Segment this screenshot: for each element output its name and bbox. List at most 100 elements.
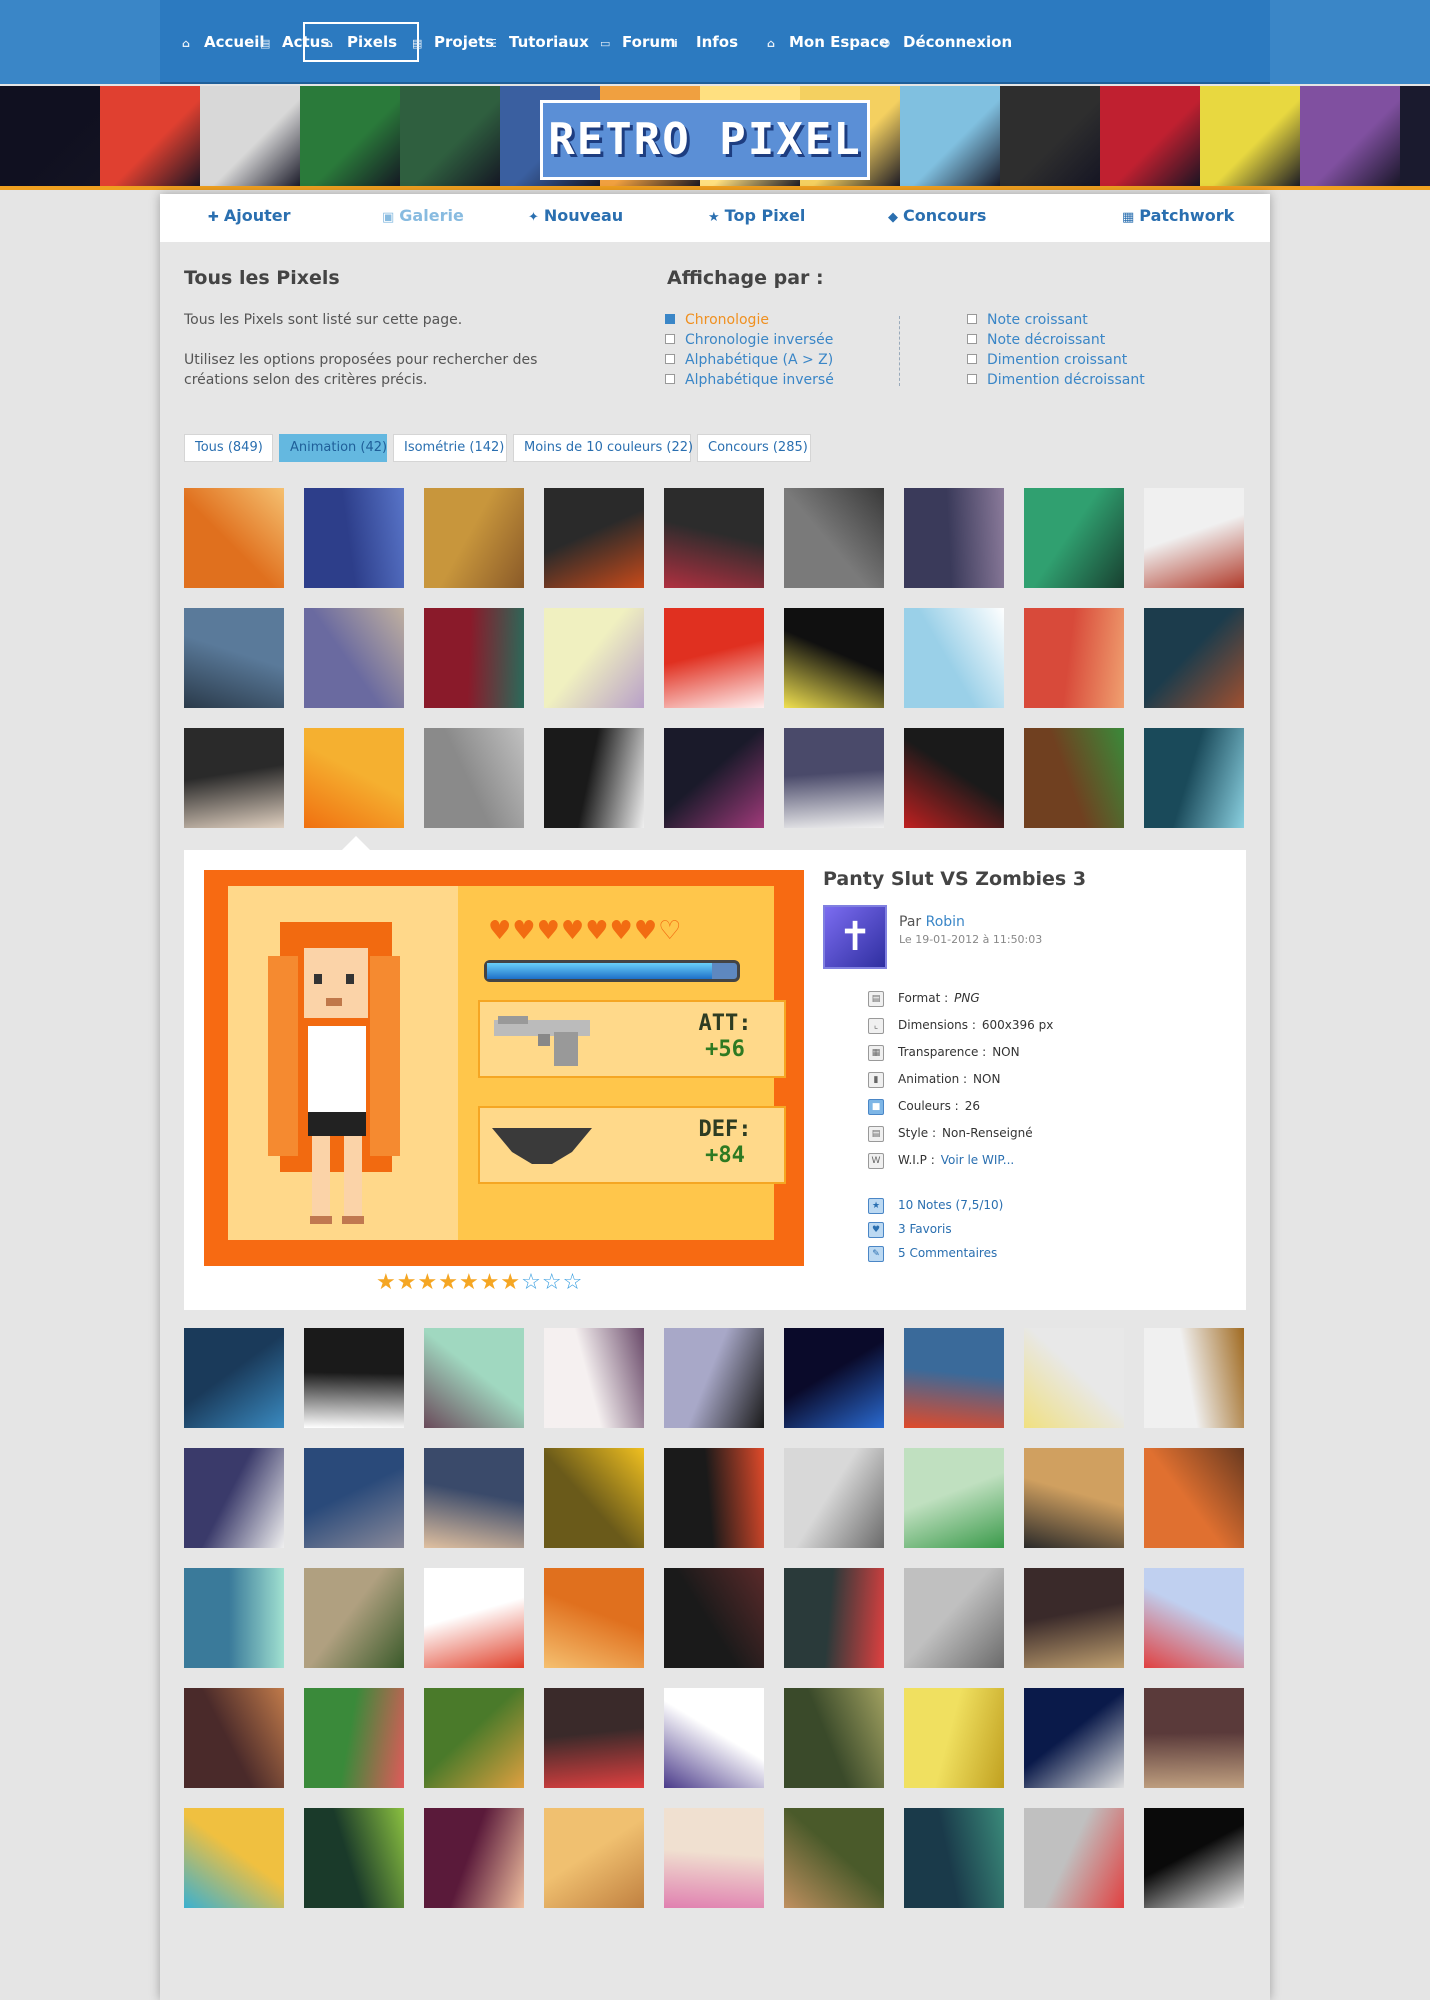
sort-option[interactable]: Chronologie [665,310,769,330]
pixel-thumbnail[interactable] [544,1808,644,1908]
pixel-thumbnail[interactable] [1144,488,1244,588]
subnav-top-pixel[interactable]: ★ Top Pixel [708,206,805,225]
pixel-thumbnail[interactable] [664,728,764,828]
pixel-thumbnail[interactable] [904,608,1004,708]
nav-infos[interactable]: i Infos [662,22,750,62]
filter-tab[interactable]: Isométrie (142) [393,434,507,462]
pixel-thumbnail[interactable] [904,1328,1004,1428]
pixel-thumbnail[interactable] [184,608,284,708]
pixel-thumbnail[interactable] [304,488,404,588]
star-icon[interactable]: ★ [500,1270,521,1295]
pixel-thumbnail[interactable] [304,1808,404,1908]
favorites-link[interactable]: ♥ 3 Favoris [868,1219,952,1239]
pixel-thumbnail[interactable] [544,1448,644,1548]
checkbox[interactable] [665,374,675,384]
pixel-thumbnail[interactable] [424,488,524,588]
wip-link[interactable]: Voir le WIP... [941,1153,1014,1167]
star-icon[interactable]: ★ [397,1270,418,1295]
sort-option[interactable]: Alphabétique inversé [665,370,834,390]
pixel-thumbnail[interactable] [664,488,764,588]
pixel-thumbnail[interactable] [1024,1328,1124,1428]
pixel-thumbnail[interactable] [304,1448,404,1548]
pixel-thumbnail[interactable] [424,1568,524,1668]
star-icon[interactable]: ★ [480,1270,501,1295]
author-avatar[interactable]: ✝ [823,905,887,969]
pixel-thumbnail[interactable] [784,1688,884,1788]
sort-option[interactable]: Dimention décroissant [967,370,1145,390]
pixel-thumbnail[interactable] [184,728,284,828]
filter-tab[interactable]: Tous (849) [184,434,273,462]
checkbox[interactable] [967,374,977,384]
pixel-thumbnail[interactable] [1144,1328,1244,1428]
pixel-thumbnail[interactable] [904,1808,1004,1908]
pixel-thumbnail[interactable] [1024,608,1124,708]
pixel-thumbnail[interactable] [1024,1568,1124,1668]
sort-option[interactable]: Alphabétique (A > Z) [665,350,833,370]
sort-option[interactable]: Note décroissant [967,330,1105,350]
pixel-thumbnail[interactable] [664,608,764,708]
pixel-thumbnail[interactable] [304,1328,404,1428]
star-icon[interactable]: ☆ [542,1270,563,1295]
pixel-thumbnail[interactable] [424,1328,524,1428]
pixel-thumbnail[interactable] [1024,1448,1124,1548]
pixel-thumbnail[interactable] [664,1808,764,1908]
pixel-thumbnail[interactable] [304,608,404,708]
star-icon[interactable]: ★ [459,1270,480,1295]
nav-déconnexion[interactable]: ⎋ Déconnexion [869,22,1024,62]
pixel-thumbnail[interactable] [304,728,404,828]
pixel-thumbnail[interactable] [424,1808,524,1908]
filter-tab[interactable]: Concours (285) [697,434,811,462]
pixel-thumbnail[interactable] [664,1448,764,1548]
pixel-thumbnail[interactable] [544,728,644,828]
pixel-thumbnail[interactable] [664,1688,764,1788]
filter-tab[interactable]: Moins de 10 couleurs (22) [513,434,693,462]
pixel-thumbnail[interactable] [1144,1688,1244,1788]
pixel-thumbnail[interactable] [544,1328,644,1428]
pixel-thumbnail[interactable] [304,1688,404,1788]
author-link[interactable]: Robin [926,914,965,930]
sort-option[interactable]: Dimention croissant [967,350,1127,370]
pixel-thumbnail[interactable] [784,1568,884,1668]
pixel-thumbnail[interactable] [184,1328,284,1428]
pixel-thumbnail[interactable] [664,1328,764,1428]
checkbox[interactable] [665,314,675,324]
pixel-thumbnail[interactable] [424,1448,524,1548]
pixel-thumbnail[interactable] [1144,608,1244,708]
pixel-thumbnail[interactable] [784,608,884,708]
star-icon[interactable]: ★ [438,1270,459,1295]
pixel-thumbnail[interactable] [184,1448,284,1548]
pixel-thumbnail[interactable] [1144,1568,1244,1668]
pixel-thumbnail[interactable] [184,1568,284,1668]
subnav-galerie[interactable]: ▣ Galerie [382,206,464,225]
sort-option[interactable]: Chronologie inversée [665,330,833,350]
nav-tutoriaux[interactable]: ☷ Tutoriaux [475,22,601,62]
pixel-thumbnail[interactable] [904,1568,1004,1668]
pixel-thumbnail[interactable] [424,1688,524,1788]
checkbox[interactable] [665,334,675,344]
pixel-thumbnail[interactable] [544,1568,644,1668]
notes-link[interactable]: ★ 10 Notes (7,5/10) [868,1195,1003,1215]
filter-tab[interactable]: Animation (42) [279,434,387,462]
pixel-thumbnail[interactable] [184,1808,284,1908]
pixel-thumbnail[interactable] [1144,1448,1244,1548]
pixel-thumbnail[interactable] [664,1568,764,1668]
star-icon[interactable]: ★ [376,1270,397,1295]
pixel-thumbnail[interactable] [904,488,1004,588]
checkbox[interactable] [967,314,977,324]
comments-link[interactable]: ✎ 5 Commentaires [868,1243,997,1263]
subnav-patchwork[interactable]: ▦ Patchwork [1122,206,1234,225]
pixel-thumbnail[interactable] [1024,728,1124,828]
pixel-thumbnail[interactable] [1024,488,1124,588]
checkbox[interactable] [665,354,675,364]
pixel-thumbnail[interactable] [1024,1688,1124,1788]
pixel-thumbnail[interactable] [784,728,884,828]
pixel-thumbnail[interactable] [1144,728,1244,828]
pixel-thumbnail[interactable] [184,488,284,588]
pixel-thumbnail[interactable] [784,1448,884,1548]
pixel-thumbnail[interactable] [424,608,524,708]
pixel-thumbnail[interactable] [784,488,884,588]
pixel-thumbnail[interactable] [424,728,524,828]
pixel-thumbnail[interactable] [544,488,644,588]
subnav-ajouter[interactable]: ✚ Ajouter [208,206,291,225]
checkbox[interactable] [967,354,977,364]
